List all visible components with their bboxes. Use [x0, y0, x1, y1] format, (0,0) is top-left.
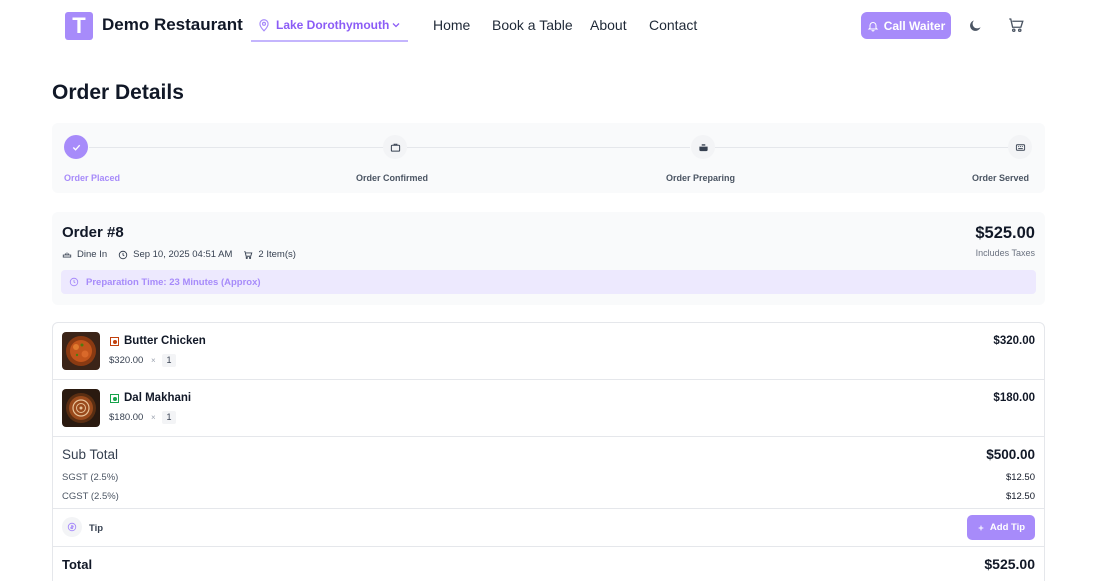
restaurant-name[interactable]: Demo Restaurant: [102, 15, 243, 35]
clock-icon: [118, 250, 128, 259]
list-item: Butter Chicken $320.00 × 1 $320.00: [53, 323, 1044, 380]
order-datetime-label: Sep 10, 2025 04:51 AM: [133, 249, 233, 260]
order-total-amount: $525.00: [975, 224, 1035, 242]
order-summary-card: Order #8 Dine In Sep 10, 2025 04:51 AM 2…: [52, 212, 1045, 305]
order-items-count: 2 Item(s): [243, 249, 296, 260]
item-quantity: 1: [162, 354, 176, 367]
veg-indicator-icon: [110, 394, 119, 403]
non-veg-indicator-icon: [110, 337, 119, 346]
step-connector: [715, 147, 1008, 148]
sgst-value: $12.50: [1005, 472, 1035, 483]
dark-mode-toggle-icon[interactable]: [968, 18, 983, 33]
subtotal-value: $500.00: [986, 447, 1035, 462]
chevron-down-icon: [392, 23, 400, 28]
cooking-pot-icon: [698, 143, 708, 151]
order-meta: Dine In Sep 10, 2025 04:51 AM 2 Item(s): [62, 249, 307, 260]
grand-total-label: Total: [62, 557, 93, 572]
preparation-time-label: Preparation Time: 23 Minutes (Approx): [86, 276, 261, 288]
add-tip-button[interactable]: Add Tip: [967, 515, 1035, 540]
multiply-sign: ×: [151, 413, 156, 422]
plus-icon: [978, 525, 984, 530]
step-served-dot: [1008, 135, 1032, 159]
coin-icon: [67, 522, 77, 532]
step-preparing-dot: [691, 135, 715, 159]
location-label: Lake Dorothymouth: [276, 18, 390, 32]
tip-icon: [62, 517, 82, 537]
step-confirmed-dot: [383, 135, 407, 159]
dine-in-icon: [62, 252, 72, 257]
location-selector[interactable]: Lake Dorothymouth: [251, 10, 408, 42]
preparation-time-banner: Preparation Time: 23 Minutes (Approx): [61, 270, 1036, 294]
nav-about[interactable]: About: [590, 17, 627, 33]
restaurant-logo[interactable]: T: [65, 12, 93, 40]
step-preparing-label: Order Preparing: [666, 173, 736, 183]
page-title: Order Details: [52, 81, 184, 104]
cart-icon[interactable]: [1007, 16, 1025, 34]
step-served-label: Order Served: [972, 173, 1030, 183]
order-type: Dine In: [62, 249, 107, 260]
item-name: Dal Makhani: [124, 392, 192, 404]
includes-taxes-note: Includes Taxes: [975, 248, 1035, 258]
sgst-label: SGST (2.5%): [62, 472, 119, 483]
cgst-value: $12.50: [1005, 491, 1035, 502]
order-datetime: Sep 10, 2025 04:51 AM: [118, 249, 232, 260]
receipt-icon: [1015, 143, 1025, 151]
order-type-label: Dine In: [77, 249, 108, 260]
step-placed-label: Order Placed: [64, 173, 121, 183]
order-number: Order #8: [62, 224, 124, 241]
list-item: Dal Makhani $180.00 × 1 $180.00: [53, 380, 1044, 437]
step-connector: [89, 147, 395, 148]
subtotal-label: Sub Total: [62, 447, 119, 462]
item-name: Butter Chicken: [124, 335, 206, 347]
clock-icon: [69, 277, 79, 287]
step-connector: [407, 147, 690, 148]
item-unit-price: $320.00: [109, 355, 144, 366]
multiply-sign: ×: [151, 356, 156, 365]
butter-chicken-image: [62, 332, 100, 370]
check-icon: [72, 144, 80, 151]
grand-total-value: $525.00: [984, 556, 1035, 572]
call-waiter-label: Call Waiter: [883, 18, 946, 33]
location-pin-icon: [259, 19, 269, 32]
tip-label: Tip: [89, 523, 104, 534]
dal-makhani-image: [62, 389, 100, 427]
item-total: $180.00: [993, 392, 1035, 404]
add-tip-label: Add Tip: [989, 522, 1026, 533]
item-quantity: 1: [162, 411, 176, 424]
nav-home[interactable]: Home: [433, 17, 470, 33]
cgst-label: CGST (2.5%): [62, 491, 119, 502]
nav-contact[interactable]: Contact: [649, 17, 697, 33]
divider: [53, 546, 1044, 547]
nav-book-table[interactable]: Book a Table: [492, 17, 573, 33]
order-progress-stepper: Order Placed Order Confirmed Order Prepa…: [52, 123, 1045, 193]
cart-icon: [244, 250, 253, 259]
bell-icon: [867, 21, 878, 31]
item-total: $320.00: [993, 335, 1035, 347]
briefcase-icon: [390, 143, 400, 152]
step-confirmed-label: Order Confirmed: [356, 173, 429, 183]
step-placed-dot: [64, 135, 88, 159]
order-items-panel: Butter Chicken $320.00 × 1 $320.00 Dal M…: [52, 322, 1045, 581]
item-unit-price: $180.00: [109, 412, 144, 423]
items-count-label: 2 Item(s): [258, 249, 296, 260]
top-navbar: T Demo Restaurant Lake Dorothymouth Home…: [0, 0, 1100, 52]
call-waiter-button[interactable]: Call Waiter: [861, 12, 951, 39]
divider: [53, 508, 1044, 509]
